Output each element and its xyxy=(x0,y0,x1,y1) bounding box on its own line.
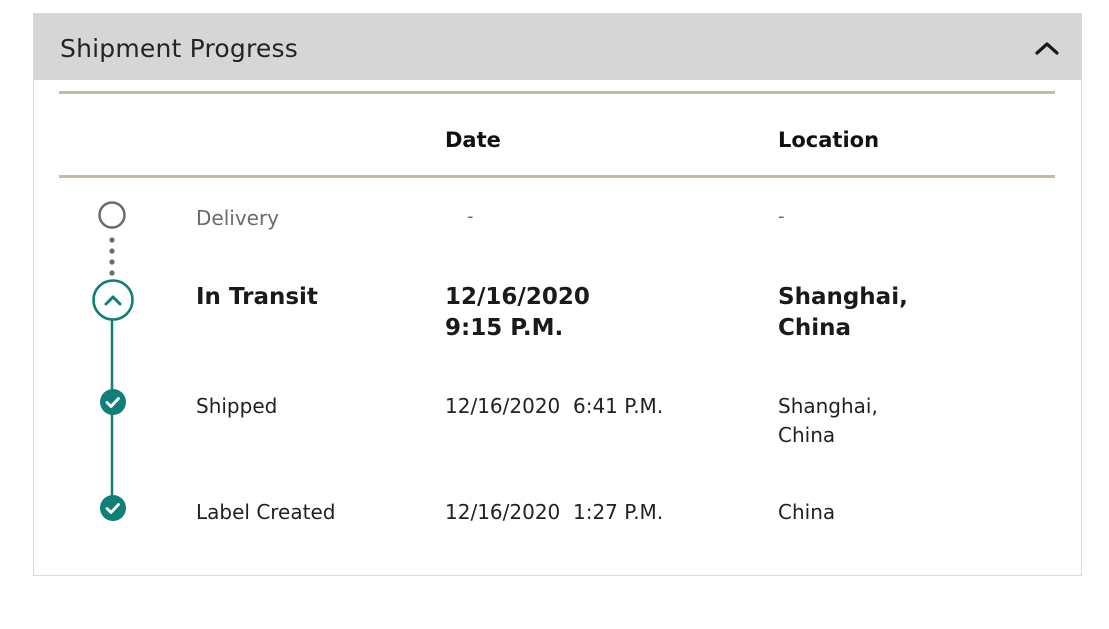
status-shipped: Shipped xyxy=(196,394,278,418)
location-in-transit-line1: Shanghai, xyxy=(778,284,908,310)
status-delivery: Delivery xyxy=(196,206,280,230)
date-delivery: - xyxy=(467,206,474,227)
date-label-created: 12/16/2020 1:27 P.M. xyxy=(445,500,664,524)
empty-circle-icon xyxy=(98,201,126,229)
check-circle-icon xyxy=(100,495,126,521)
pending-connector-dots xyxy=(109,237,115,276)
location-delivery: - xyxy=(778,206,785,227)
status-in-transit: In Transit xyxy=(196,284,318,310)
check-circle-icon xyxy=(100,389,126,415)
chevron-up-circle-icon xyxy=(92,279,134,321)
location-in-transit-line2: China xyxy=(778,315,852,341)
location-label-created: China xyxy=(778,500,836,524)
location-shipped-line1: Shanghai, xyxy=(778,394,878,418)
location-shipped-line2: China xyxy=(778,423,836,447)
date-shipped: 12/16/2020 6:41 P.M. xyxy=(445,394,664,418)
date-in-transit-line2: 9:15 P.M. xyxy=(445,315,564,341)
status-label-created: Label Created xyxy=(196,500,336,524)
date-in-transit-line1: 12/16/2020 xyxy=(445,284,590,310)
